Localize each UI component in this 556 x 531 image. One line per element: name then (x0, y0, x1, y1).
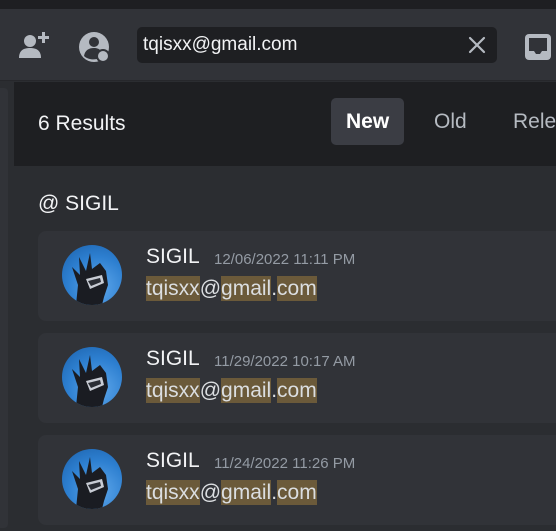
avatar[interactable] (62, 449, 122, 509)
window-top-strip (0, 0, 556, 9)
search-result[interactable]: SIGIL 11/29/2022 10:17 AM tqisxx@gmail.c… (38, 333, 556, 423)
left-scroll-rail (0, 82, 14, 531)
add-friend-button[interactable] (16, 29, 52, 65)
add-friend-icon (16, 29, 52, 65)
results-header: 6 Results New Old Relevant (14, 82, 556, 166)
message-content: tqisxx@gmail.com (146, 480, 317, 505)
results-list: @ SIGIL SIGIL 12/06/2022 11:11 PM tqisxx… (14, 166, 556, 531)
highlight-match: tqisxx (146, 378, 200, 403)
sort-tab-relevant[interactable]: Relevant (498, 98, 556, 145)
text-fragment: @ (199, 481, 222, 504)
channel-label: @ SIGIL (38, 192, 119, 215)
message-timestamp: 11/24/2022 11:26 PM (214, 455, 356, 472)
highlight-match: com (277, 480, 317, 505)
sort-tab-old[interactable]: Old (419, 98, 482, 145)
search-input[interactable] (143, 27, 453, 63)
highlight-match: tqisxx (146, 276, 200, 301)
avatar-image-icon (72, 253, 108, 305)
message-content: tqisxx@gmail.com (146, 378, 317, 403)
left-panel-edge (0, 88, 8, 528)
message-author[interactable]: SIGIL (146, 449, 200, 473)
highlight-match: com (277, 276, 317, 301)
user-status-icon (77, 29, 113, 65)
message-timestamp: 11/29/2022 10:17 AM (214, 353, 356, 370)
inbox-button[interactable] (520, 29, 556, 65)
inbox-icon (520, 29, 556, 65)
avatar[interactable] (62, 245, 122, 305)
close-icon (468, 36, 486, 54)
avatar[interactable] (62, 347, 122, 407)
avatar-image-icon (72, 355, 108, 407)
search-bar (137, 27, 497, 63)
highlight-match: com (277, 378, 317, 403)
message-content: tqisxx@gmail.com (146, 276, 317, 301)
highlight-match: gmail (221, 480, 272, 505)
message-timestamp: 12/06/2022 11:11 PM (214, 251, 356, 268)
clear-search-button[interactable] (467, 35, 487, 55)
text-fragment: @ (199, 277, 222, 300)
highlight-match: tqisxx (146, 480, 200, 505)
toolbar (0, 9, 556, 81)
results-count: 6 Results (38, 112, 126, 135)
message-author[interactable]: SIGIL (146, 245, 200, 269)
search-result[interactable]: SIGIL 11/24/2022 11:26 PM tqisxx@gmail.c… (38, 435, 556, 525)
search-result[interactable]: SIGIL 12/06/2022 11:11 PM tqisxx@gmail.c… (38, 231, 556, 321)
user-status-button[interactable] (77, 29, 113, 65)
highlight-match: gmail (221, 276, 272, 301)
message-author[interactable]: SIGIL (146, 347, 200, 371)
avatar-image-icon (72, 457, 108, 509)
text-fragment: @ (199, 379, 222, 402)
highlight-match: gmail (221, 378, 272, 403)
sort-tab-new[interactable]: New (331, 98, 405, 145)
